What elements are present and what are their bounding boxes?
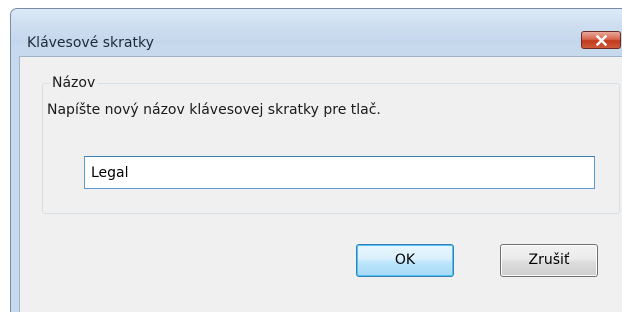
cancel-button[interactable]: Zrušiť [500,244,598,277]
ok-button[interactable]: OK [356,244,454,277]
dialog-body: Názov Napíšte nový názov klávesovej skra… [19,56,622,312]
group-legend: Názov [49,75,99,91]
close-button[interactable] [581,31,621,49]
instruction-text: Napíšte nový názov klávesovej skratky pr… [47,102,381,118]
dialog-window: Klávesové skratky Názov Napíšte nový náz… [10,8,622,312]
page: Klávesové skratky Názov Napíšte nový náz… [0,0,622,312]
close-icon [596,35,607,46]
title-bar[interactable]: Klávesové skratky [11,9,622,51]
shortcut-name-input[interactable] [84,156,595,189]
window-title: Klávesové skratky [27,35,154,51]
